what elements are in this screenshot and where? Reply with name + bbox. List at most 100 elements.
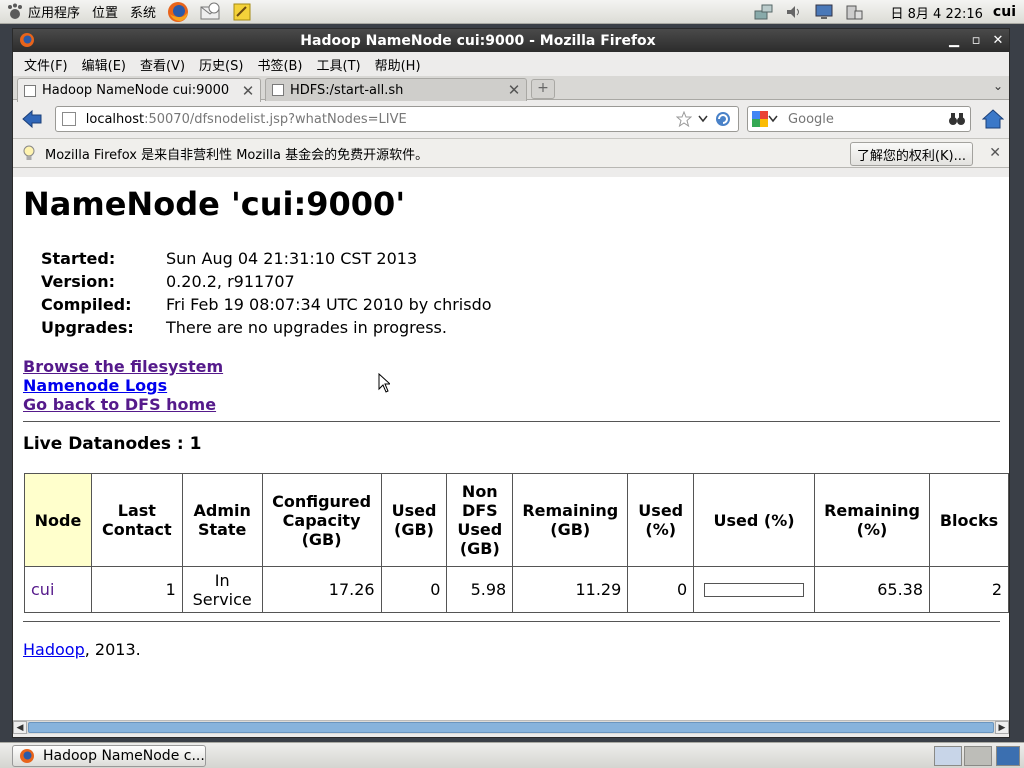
close-tab-icon[interactable]: ✕: [506, 81, 522, 99]
page-content: NameNode 'cui:9000' Started: Sun Aug 04 2…: [13, 177, 1009, 720]
binoculars-search-icon[interactable]: [948, 111, 966, 127]
cell-remaining-gb: 11.29: [512, 566, 629, 613]
menu-view[interactable]: 查看(V): [133, 55, 192, 74]
info-row-compiled: Compiled: Fri Feb 19 08:07:34 UTC 2010 by…: [41, 293, 492, 316]
network-manager-icon[interactable]: [753, 2, 775, 22]
divider: [23, 421, 1000, 422]
workspace-1[interactable]: [934, 746, 962, 766]
applications-menu[interactable]: 应用程序: [0, 0, 86, 24]
system-menu[interactable]: 系统: [124, 0, 162, 24]
list-all-tabs-icon[interactable]: ⌄: [993, 79, 1003, 93]
menu-file[interactable]: 文件(F): [17, 55, 75, 74]
bottom-panel: Hadoop NameNode c...: [0, 742, 1024, 768]
info-value: Sun Aug 04 21:31:10 CST 2013: [166, 249, 418, 268]
dfs-home-link[interactable]: Go back to DFS home: [23, 395, 223, 414]
workspace-2[interactable]: [964, 746, 992, 766]
system-menu-label: 系统: [130, 6, 157, 21]
notification-bar: Mozilla Firefox 是来自非营利性 Mozilla 基金会的免费开源…: [13, 138, 1009, 168]
hadoop-link[interactable]: Hadoop: [23, 640, 85, 659]
datanodes-table: Node Last Contact Admin State Configured…: [24, 473, 1009, 613]
volume-icon[interactable]: [783, 2, 805, 22]
page-title: NameNode 'cui:9000': [23, 185, 406, 223]
namenode-logs-link[interactable]: Namenode Logs: [23, 376, 223, 395]
bookmark-star-icon[interactable]: [676, 111, 693, 127]
info-value: There are no upgrades in progress.: [166, 318, 447, 337]
column-header-blocks[interactable]: Blocks: [929, 473, 1009, 567]
tab-label: HDFS:/start-all.sh: [290, 82, 404, 98]
google-engine-icon: [752, 111, 769, 127]
back-button[interactable]: [17, 104, 47, 134]
panel-clock[interactable]: 日 8月 4 22:16: [891, 3, 983, 22]
menu-help[interactable]: 帮助(H): [368, 55, 428, 74]
lightbulb-icon: [23, 145, 35, 160]
horizontal-scrollbar[interactable]: ◀ ▶: [13, 720, 1009, 734]
reload-icon[interactable]: [714, 110, 732, 128]
column-header-admin-state[interactable]: Admin State: [181, 473, 263, 567]
window-titlebar[interactable]: Hadoop NameNode cui:9000 - Mozilla Firef…: [13, 29, 1009, 52]
column-header-remaining-pct[interactable]: Remaining (%): [813, 473, 931, 567]
home-button[interactable]: [981, 107, 1005, 131]
divider: [23, 621, 1000, 622]
menu-tools[interactable]: 工具(T): [310, 55, 368, 74]
search-bar[interactable]: [747, 106, 972, 132]
tab-hdfs-start-all[interactable]: HDFS:/start-all.sh ✕: [265, 78, 527, 101]
browse-filesystem-link[interactable]: Browse the filesystem: [23, 357, 223, 376]
datanode-link[interactable]: cui: [31, 580, 54, 599]
cell-admin-state: In Service: [181, 566, 263, 613]
battery-icon[interactable]: [843, 2, 865, 22]
tab-namenode[interactable]: Hadoop NameNode cui:9000 ✕: [17, 78, 261, 102]
search-input[interactable]: [788, 111, 939, 127]
panel-user[interactable]: cui: [993, 4, 1016, 20]
top-panel: 应用程序 位置 系统 日 8月 4 22:16 cui: [0, 0, 1024, 24]
column-header-used-bar[interactable]: Used (%): [693, 473, 815, 567]
scrollbar-thumb[interactable]: [28, 722, 994, 733]
places-menu[interactable]: 位置: [86, 0, 124, 24]
tab-label: Hadoop NameNode cui:9000: [42, 83, 230, 98]
know-your-rights-button[interactable]: 了解您的权利(K)...: [849, 142, 973, 166]
cell-configured-capacity: 17.26: [261, 566, 382, 613]
column-header-configured-capacity[interactable]: Configured Capacity (GB): [261, 473, 382, 567]
url-path: :50070/dfsnodelist.jsp?whatNodes=LIVE: [144, 111, 407, 127]
column-header-remaining-gb[interactable]: Remaining (GB): [512, 473, 629, 567]
table-header-row: Node Last Contact Admin State Configured…: [24, 473, 1009, 567]
page-favicon-icon: [272, 84, 284, 96]
maximize-button[interactable]: ▫: [965, 31, 987, 51]
gnome-foot-icon: [8, 3, 22, 19]
minimize-button[interactable]: ▁: [943, 31, 965, 51]
info-key: Compiled:: [41, 295, 132, 314]
new-tab-button[interactable]: +: [531, 79, 555, 99]
menu-bookmarks[interactable]: 书签(B): [250, 55, 309, 74]
close-tab-icon[interactable]: ✕: [240, 82, 256, 100]
firefox-launcher-icon[interactable]: [167, 1, 189, 23]
taskbar-firefox-button[interactable]: Hadoop NameNode c...: [12, 745, 206, 767]
display-icon[interactable]: [813, 2, 835, 22]
url-dropdown-icon[interactable]: [698, 115, 708, 123]
notes-launcher-icon[interactable]: [231, 1, 253, 23]
firefox-icon: [20, 749, 34, 763]
back-arrow-icon: [22, 109, 42, 129]
column-header-used-gb[interactable]: Used (GB): [380, 473, 448, 567]
site-identity-icon[interactable]: [61, 112, 76, 126]
namenode-info-table: Started: Sun Aug 04 21:31:10 CST 2013 Ver…: [41, 247, 492, 339]
column-header-used-pct[interactable]: Used (%): [627, 473, 695, 567]
scroll-left-icon[interactable]: ◀: [13, 721, 27, 734]
close-notification-icon[interactable]: ✕: [989, 145, 1001, 161]
live-datanodes-heading: Live Datanodes : 1: [23, 434, 202, 454]
mail-clock-launcher-icon[interactable]: [199, 1, 221, 23]
column-header-last-contact[interactable]: Last Contact: [90, 473, 183, 567]
table-row: cui 1 In Service 17.26 0 5.98 11.29 0 65…: [24, 566, 1009, 613]
menu-history[interactable]: 历史(S): [192, 55, 250, 74]
url-bar[interactable]: localhost:50070/dfsnodelist.jsp?whatNode…: [54, 106, 740, 132]
column-header-node[interactable]: Node: [24, 473, 92, 567]
menu-edit[interactable]: 编辑(E): [75, 55, 133, 74]
column-header-non-dfs-used[interactable]: Non DFS Used (GB): [446, 473, 514, 567]
show-desktop-icon[interactable]: [996, 746, 1020, 766]
search-engine-selector[interactable]: [752, 111, 780, 127]
page-favicon-icon: [24, 84, 36, 97]
places-menu-label: 位置: [92, 6, 119, 21]
window-title: Hadoop NameNode cui:9000 - Mozilla Firef…: [300, 32, 656, 49]
scroll-right-icon[interactable]: ▶: [995, 721, 1009, 734]
close-window-button[interactable]: ✕: [987, 31, 1009, 51]
cell-last-contact: 1: [90, 566, 183, 613]
namenode-links: Browse the filesystem Namenode Logs Go b…: [23, 357, 223, 414]
